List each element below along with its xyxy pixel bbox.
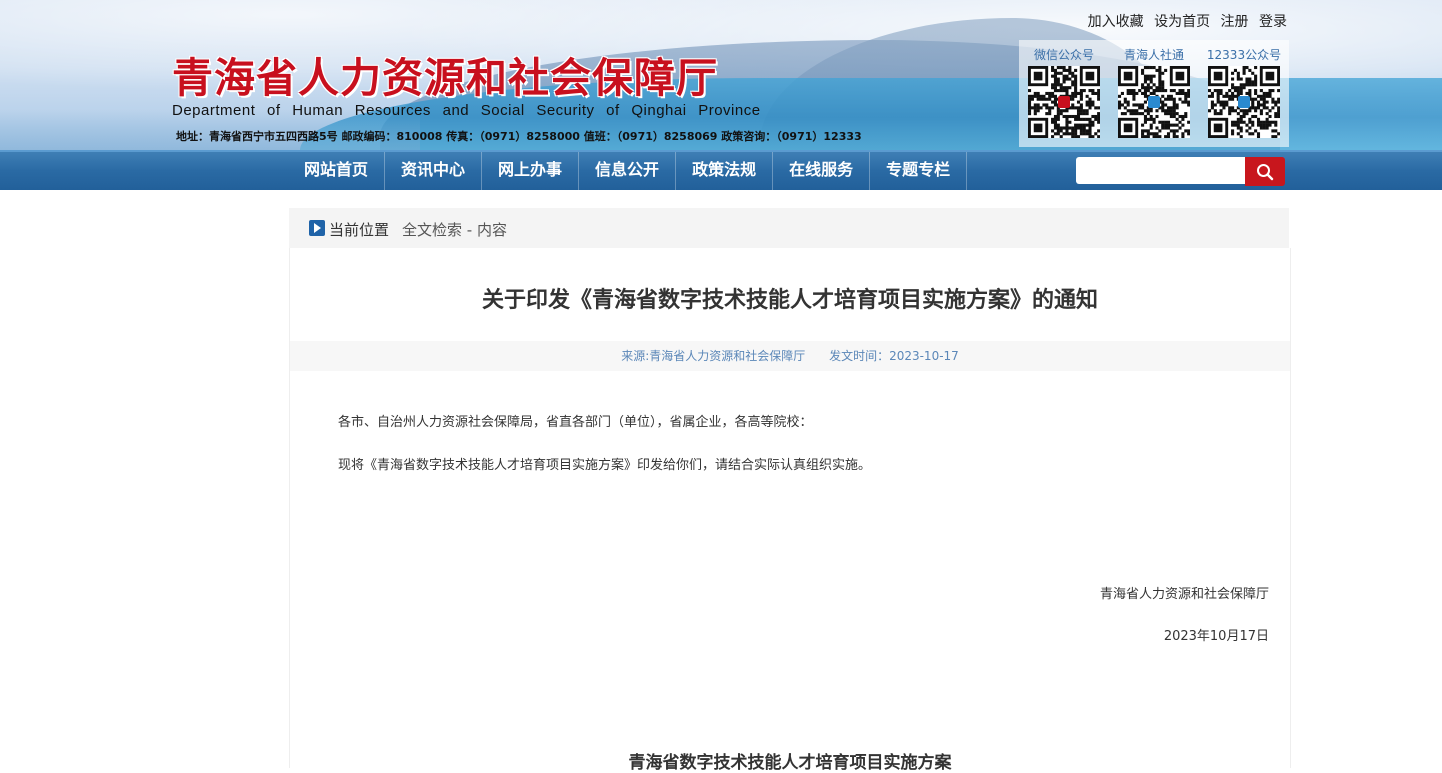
nav-item-news[interactable]: 资讯中心 (385, 152, 483, 190)
search-icon (1257, 163, 1274, 180)
add-favorite-link[interactable]: 加入收藏 (1088, 14, 1144, 30)
search-input[interactable] (1076, 157, 1246, 184)
article-body: 关于印发《青海省数字技术技能人才培育项目实施方案》的通知 来源:青海省人力资源和… (289, 248, 1291, 773)
set-homepage-link[interactable]: 设为首页 (1154, 14, 1210, 30)
nav-item-info-disclosure[interactable]: 信息公开 (579, 152, 677, 190)
top-links: 加入收藏 设为首页 注册 登录 (1082, 11, 1287, 31)
register-link[interactable]: 注册 (1221, 14, 1249, 30)
app-qr-icon (1118, 66, 1191, 139)
wechat-qr-icon (1028, 66, 1101, 139)
nav-item-online-service[interactable]: 在线服务 (773, 152, 871, 190)
breadcrumb: 当前位置 全文检索 - 内容 (289, 208, 1289, 249)
article-date: 发文时间：2023-10-17 (829, 349, 959, 363)
qr-label: 青海人社通 (1123, 48, 1184, 62)
qr-wechat: 微信公众号 (1024, 46, 1104, 142)
site-title: 青海省人力资源和社会保障厅 (172, 54, 718, 102)
nav-item-online-services[interactable]: 网上办事 (482, 152, 580, 190)
breadcrumb-path[interactable]: 全文检索 - 内容 (402, 219, 507, 240)
signature-org: 青海省人力资源和社会保障厅 (1099, 587, 1269, 602)
qr-code-panel: 微信公众号 青海人社通 12333公众号 (1019, 40, 1289, 147)
article-title: 关于印发《青海省数字技术技能人才培育项目实施方案》的通知 (481, 288, 1098, 313)
login-link[interactable]: 登录 (1259, 14, 1287, 30)
hotline-qr-icon (1208, 66, 1281, 139)
article-paragraph: 现将《青海省数字技术技能人才培育项目实施方案》印发给你们，请结合实际认真组织实施… (338, 458, 872, 473)
search-button[interactable] (1245, 157, 1285, 186)
qr-hotline: 12333公众号 (1204, 46, 1284, 142)
article-source: 来源:青海省人力资源和社会保障厅 (621, 349, 806, 363)
nav-item-policies[interactable]: 政策法规 (676, 152, 774, 190)
qr-label: 12333公众号 (1206, 48, 1282, 62)
nav-item-home[interactable]: 网站首页 (288, 152, 386, 190)
qr-label: 微信公众号 (1033, 48, 1094, 62)
breadcrumb-label: 当前位置 (329, 221, 390, 239)
header-banner: 青海省人力资源和社会保障厅 Department of Human Resour… (0, 0, 1442, 150)
main-nav: 网站首页 资讯中心 网上办事 信息公开 政策法规 在线服务 专题专栏 (0, 150, 1442, 190)
article-paragraph: 各市、自治州人力资源社会保障局，省直各部门（单位），省属企业，各高等院校： (338, 415, 813, 430)
site-subtitle: Department of Human Resources and Social… (172, 102, 761, 119)
nav-items: 网站首页 资讯中心 网上办事 信息公开 政策法规 在线服务 专题专栏 (288, 152, 968, 190)
attachment-title: 青海省数字技术技能人才培育项目实施方案 (628, 753, 952, 773)
article-meta: 来源:青海省人力资源和社会保障厅 发文时间：2023-10-17 (290, 341, 1290, 371)
signature-date: 2023年10月17日 (1163, 629, 1269, 644)
play-arrow-icon (309, 220, 325, 236)
qr-app: 青海人社通 (1114, 46, 1194, 142)
site-address: 地址：青海省西宁市五四西路5号 邮政编码：810008 传真：（0971）825… (176, 130, 862, 143)
nav-item-topics[interactable]: 专题专栏 (870, 152, 968, 190)
